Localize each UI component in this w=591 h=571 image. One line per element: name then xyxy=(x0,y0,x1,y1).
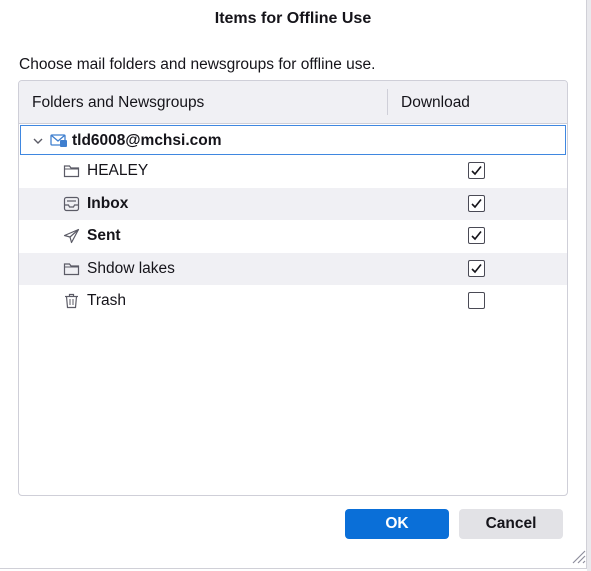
tree-row-folder[interactable]: Inbox xyxy=(19,187,567,220)
folder-label: Inbox xyxy=(87,194,129,212)
column-header-download[interactable]: Download xyxy=(401,94,470,112)
folder-label: Sent xyxy=(87,227,121,244)
ok-button[interactable]: OK xyxy=(345,509,449,539)
chevron-down-icon[interactable] xyxy=(32,134,44,146)
folder-icon xyxy=(63,163,80,179)
inbox-icon xyxy=(63,196,80,212)
sent-icon xyxy=(63,228,80,244)
folder-icon xyxy=(63,261,80,277)
download-checkbox[interactable] xyxy=(468,227,485,244)
background-window-edge xyxy=(587,0,591,571)
tree-row-folder[interactable]: Sent xyxy=(19,220,567,253)
folder-label: Trash xyxy=(87,292,127,309)
download-checkbox[interactable] xyxy=(468,194,485,212)
mail-account-icon xyxy=(50,132,68,148)
checkmark-icon xyxy=(471,231,482,241)
account-label: tld6008@mchsi.com xyxy=(72,132,222,149)
checkmark-icon xyxy=(471,263,482,273)
tree-header: Folders and Newsgroups Download xyxy=(19,81,567,124)
dialog-title: Items for Offline Use xyxy=(214,10,372,27)
download-checkbox[interactable] xyxy=(468,259,485,277)
tree-row-folder[interactable]: Trash xyxy=(19,285,567,318)
checkmark-icon xyxy=(471,198,482,208)
folder-tree[interactable]: Folders and Newsgroups Download tld6008@… xyxy=(18,80,568,496)
download-checkbox[interactable] xyxy=(468,292,485,309)
checkmark-icon xyxy=(471,166,482,176)
dialog-description: Choose mail folders and newsgroups for o… xyxy=(19,56,376,73)
resize-grip-icon[interactable] xyxy=(567,545,587,565)
column-separator[interactable] xyxy=(387,89,388,115)
offline-items-dialog: Items for Offline Use Choose mail folder… xyxy=(0,0,587,569)
column-header-folders[interactable]: Folders and Newsgroups xyxy=(32,94,204,112)
folder-label: Shdow lakes xyxy=(87,259,175,277)
trash-icon xyxy=(63,293,80,309)
folder-label: HEALEY xyxy=(87,162,149,179)
download-checkbox[interactable] xyxy=(468,162,485,179)
tree-row-folder[interactable]: HEALEY xyxy=(19,155,567,188)
cancel-button[interactable]: Cancel xyxy=(459,509,563,539)
tree-row-folder[interactable]: Shdow lakes xyxy=(19,252,567,285)
tree-row-account[interactable]: tld6008@mchsi.com xyxy=(20,125,566,155)
